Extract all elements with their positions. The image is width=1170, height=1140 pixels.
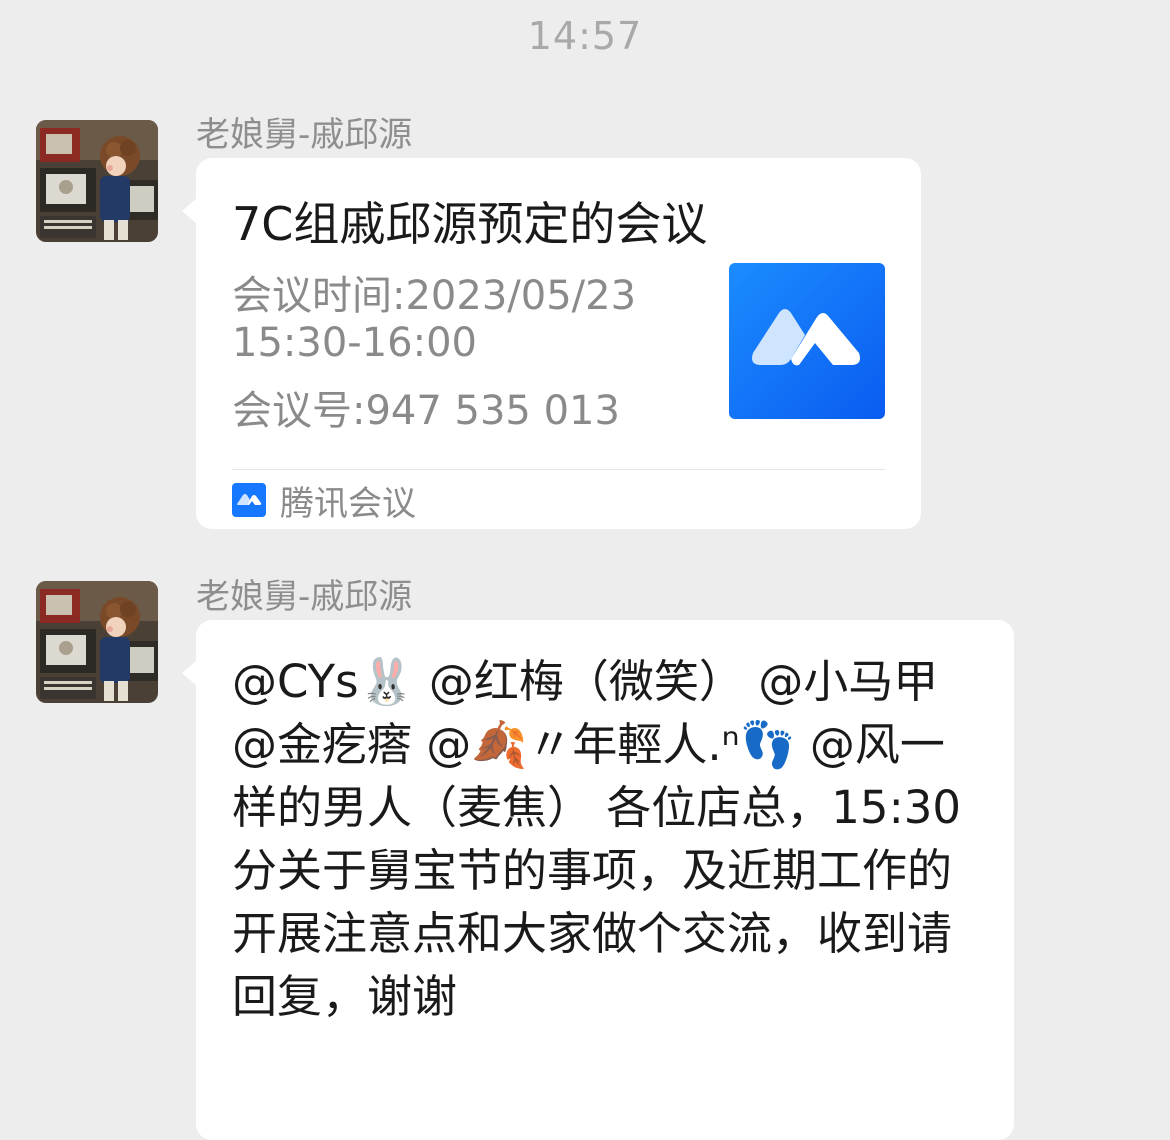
text-message-bubble[interactable]: @CYs🐰 @红梅（微笑） @小马甲 @金疙瘩 @🍂〃年輕人.ⁿ👣 @风一样的男… (182, 620, 1014, 1140)
tencent-meeting-logo-icon (729, 263, 885, 419)
bubble-tail (182, 660, 197, 686)
card-source: 腾讯会议 (232, 478, 416, 524)
message-text: @CYs🐰 @红梅（微笑） @小马甲 @金疙瘩 @🍂〃年輕人.ⁿ👣 @风一样的男… (232, 655, 961, 1023)
sender-avatar[interactable] (36, 581, 158, 703)
card-source-label: 腾讯会议 (280, 483, 416, 524)
meeting-time-range: 15:30-16:00 (232, 320, 477, 366)
card-divider (232, 469, 885, 470)
tencent-meeting-small-icon (232, 483, 266, 517)
retro-tv-boy-avatar-icon (36, 120, 158, 242)
retro-tv-boy-avatar-icon (36, 581, 158, 703)
sender-name: 老娘舅-戚邱源 (196, 577, 413, 617)
message-timestamp: 14:57 (527, 14, 643, 58)
sender-name: 老娘舅-戚邱源 (196, 115, 413, 155)
bubble-tail (182, 198, 197, 224)
sender-avatar[interactable] (36, 120, 158, 242)
meeting-number: 会议号:947 535 013 (232, 388, 620, 434)
meeting-card[interactable]: 7C组戚邱源预定的会议 会议时间:2023/05/23 15:30-16:00 … (182, 158, 921, 529)
meeting-title: 7C组戚邱源预定的会议 (232, 197, 708, 251)
meeting-time: 会议时间:2023/05/23 (232, 273, 637, 319)
